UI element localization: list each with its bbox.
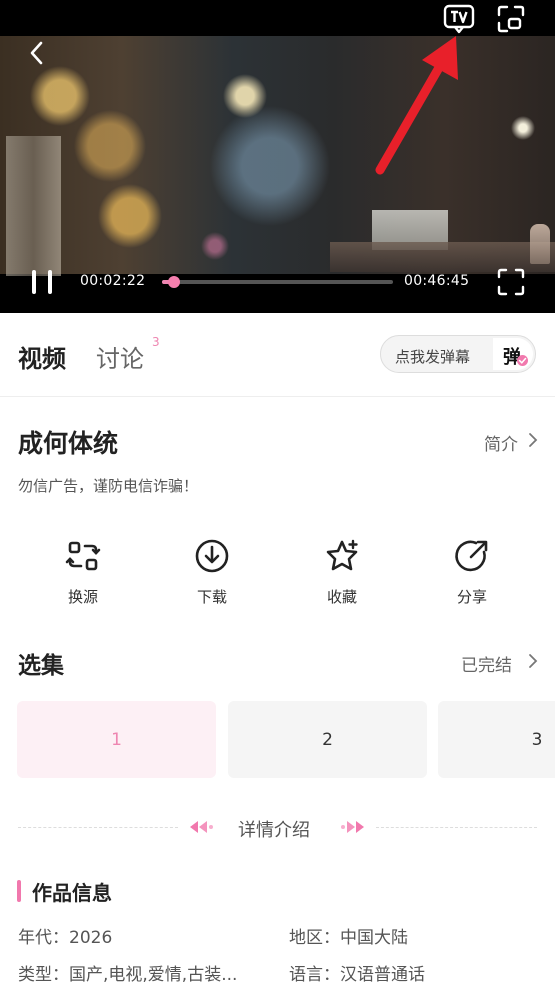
fullscreen-icon [497,268,525,296]
danmaku-check-icon [517,355,528,366]
switch-source-label: 换源 [67,588,98,606]
episode-item[interactable]: 2 [228,701,427,778]
section-accent-bar [17,880,21,902]
current-time: 00:02:22 [80,273,146,289]
info-genre: 类型：国产,电视,爱情,古装... [18,965,238,985]
info-year: 年代：2026 [18,928,113,948]
arrows-right-icon [341,821,364,833]
download-label: 下载 [196,588,227,606]
show-title: 成何体统 [18,429,119,458]
share-label: 分享 [456,588,487,606]
share-icon [455,540,488,572]
info-language: 语言：汉语普通话 [289,965,425,985]
info-region: 地区：中国大陆 [289,928,408,948]
star-icon [326,539,358,571]
video-player[interactable]: 00:02:22 00:46:45 [0,0,555,313]
fullscreen-button[interactable] [497,268,525,296]
work-info-title: 作品信息 [32,881,112,905]
back-icon [30,41,43,65]
episode-number: 3 [531,730,543,750]
action-row: 换源 下载 收藏 分享 [0,538,555,610]
intro-link[interactable]: 简介 [484,430,518,455]
divider-line-right [376,827,537,828]
episode-item[interactable]: 1 [17,701,216,778]
pause-button[interactable] [28,268,58,296]
download-button[interactable]: 下载 [172,538,252,610]
progress-thumb[interactable] [167,276,180,288]
tv-cast-button[interactable] [443,4,475,34]
divider-line-left [18,827,178,828]
pause-icon [32,270,52,294]
tab-video[interactable]: 视频 [18,339,66,374]
danmaku-input[interactable]: 点我发弹幕 弹 [380,335,536,373]
favorite-label: 收藏 [326,588,357,606]
anti-fraud-notice: 勿信广告，谨防电信诈骗！ [18,477,199,495]
discuss-count-badge: 3 [152,335,160,349]
details-divider-title: 详情介绍 [238,820,310,841]
total-time: 00:46:45 [404,273,470,289]
arrows-left-icon [190,821,213,833]
switch-source-button[interactable]: 换源 [43,538,123,610]
episodes-header: 选集 [18,653,64,679]
picture-in-picture-button[interactable] [496,4,526,34]
chevron-right-icon[interactable] [527,653,539,669]
picture-in-picture-icon [497,5,525,33]
video-frame[interactable] [0,36,555,276]
danmaku-placeholder: 点我发弹幕 [395,348,471,366]
download-icon [195,539,229,573]
tv-cast-icon [443,4,475,34]
back-button[interactable] [22,38,52,68]
favorite-button[interactable]: 收藏 [302,538,382,610]
episode-number: 1 [111,730,122,750]
danmaku-toggle-button[interactable]: 弹 [493,338,533,370]
episode-item[interactable]: 3 [438,701,555,778]
share-button[interactable]: 分享 [432,538,512,610]
video-scene-figure [530,224,550,264]
video-scene-shelf [6,136,61,276]
progress-bar[interactable] [162,276,393,288]
tab-discuss[interactable]: 讨论 [96,339,144,374]
episodes-status[interactable]: 已完结 [461,651,512,676]
tab-bar: 视频 讨论 3 点我发弹幕 弹 [0,313,555,397]
chevron-right-icon[interactable] [527,432,539,448]
episode-number: 2 [322,730,333,750]
switch-source-icon [65,541,101,571]
